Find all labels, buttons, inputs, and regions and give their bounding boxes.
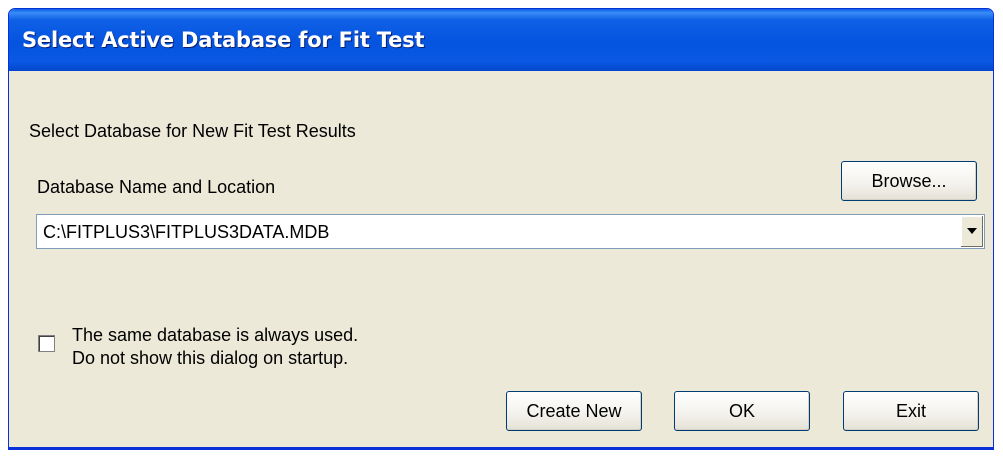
dropdown-button[interactable] xyxy=(960,216,983,247)
window-bottom-border xyxy=(9,447,993,449)
instruction-text: Select Database for New Fit Test Results xyxy=(29,121,356,141)
ok-button[interactable]: OK xyxy=(674,391,810,431)
always-same-database-checkbox[interactable] xyxy=(38,335,55,352)
checkbox-label-line1: The same database is always used. xyxy=(72,325,359,345)
browse-button[interactable]: Browse... xyxy=(841,161,977,201)
title-bar[interactable]: Select Active Database for Fit Test xyxy=(9,9,993,71)
chevron-down-icon xyxy=(967,228,977,234)
create-new-button[interactable]: Create New xyxy=(506,391,642,431)
database-path-combobox[interactable]: C:\FITPLUS3\FITPLUS3DATA.MDB xyxy=(36,214,985,249)
exit-button[interactable]: Exit xyxy=(843,391,979,431)
dialog-window: Select Active Database for Fit Test Sele… xyxy=(8,8,994,450)
checkbox-label-line2: Do not show this dialog on startup. xyxy=(72,348,349,368)
database-path-value: C:\FITPLUS3\FITPLUS3DATA.MDB xyxy=(43,222,330,242)
window-title: Select Active Database for Fit Test xyxy=(22,28,425,52)
database-label: Database Name and Location xyxy=(37,177,276,197)
checkbox-label: The same database is always used. Do not… xyxy=(72,324,358,370)
